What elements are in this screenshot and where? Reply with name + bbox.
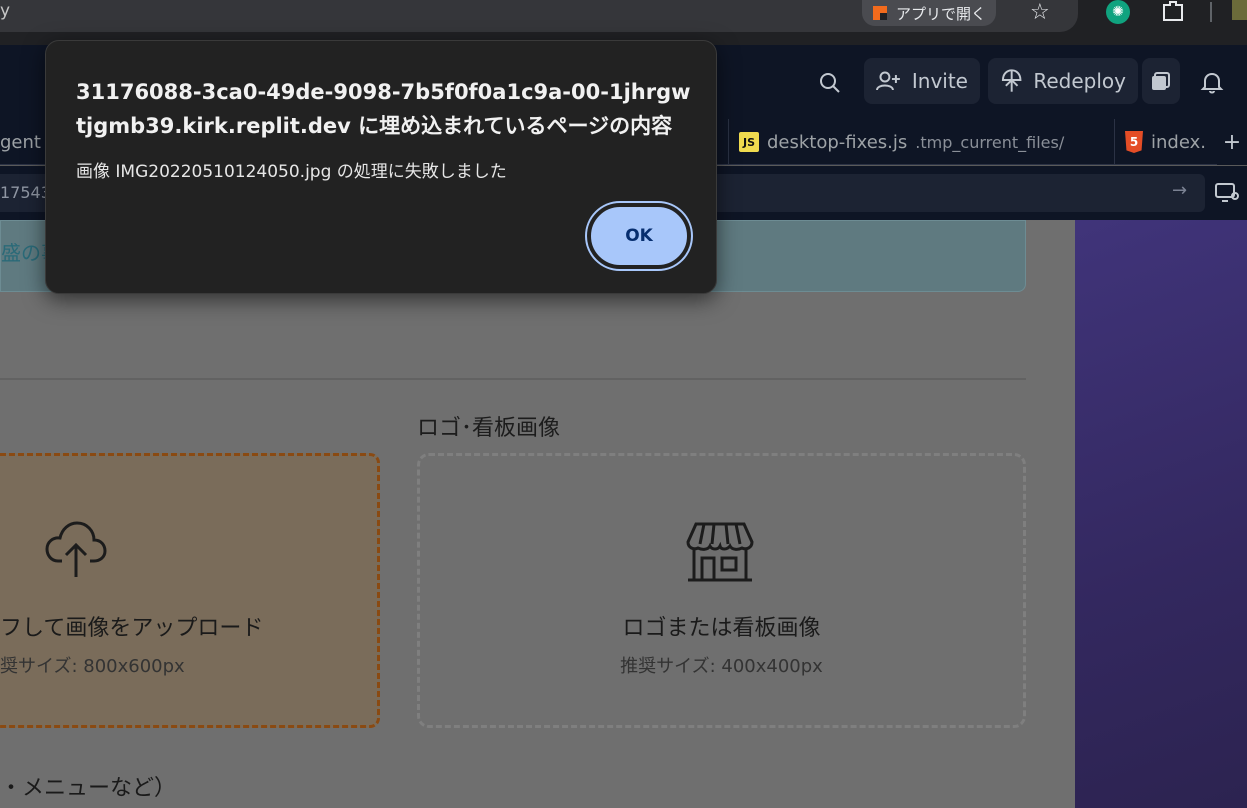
chatgpt-icon[interactable]: ✺ [1106,0,1130,24]
window-button[interactable] [1142,58,1180,104]
tab-desktop-fixes[interactable]: JS desktop-fixes.js .tmp_current_files/ [728,119,1113,165]
open-in-app-label: アプリで開く [896,4,987,23]
browser-toolbar: y アプリで開く ☆ ✺ [0,0,1247,45]
invite-button[interactable]: Invite [864,58,980,104]
logo-upload-dropzone[interactable] [417,453,1026,728]
tab-path: .tmp_current_files/ [915,132,1065,152]
extensions-icon[interactable] [1160,0,1186,22]
ok-button[interactable]: OK [587,203,691,269]
alert-dialog: 31176088-3ca0-49de-9098-7b5f0f0a1c9a-00-… [45,40,717,294]
logo-size-hint: 推奨サイズ: 400x400px [620,656,823,677]
store-icon [686,522,754,582]
devtools-icon[interactable] [1214,180,1240,204]
search-icon[interactable] [818,71,842,95]
dialog-message: 画像 IMG20220510124050.jpg の処理に失敗しました [76,162,507,182]
star-icon[interactable]: ☆ [1030,0,1050,25]
logo-section-label: ロゴ･看板画像 [417,416,561,441]
profile-icon[interactable] [1232,0,1247,20]
logo-title: ロゴまたは看板画像 [622,616,821,641]
cloud-upload-icon [45,521,107,577]
toolbar-divider [1210,2,1212,22]
add-user-icon [876,71,900,91]
new-tab-button[interactable]: + [1217,119,1247,165]
webview-url-text[interactable]: 17543 [0,183,51,202]
tab-label: gent [0,131,41,153]
invite-label: Invite [911,69,968,93]
upload-title: フして画像をアップロード [0,616,264,641]
url-text[interactable]: y [0,1,10,21]
tab-label: index. [1151,131,1206,153]
deploy-icon [1001,69,1022,92]
redeploy-button[interactable]: Redeploy [988,58,1138,104]
open-in-app-button[interactable]: アプリで開く [862,0,997,26]
arrow-right-icon[interactable]: → [1172,180,1187,201]
side-panel [1075,220,1247,808]
html-file-icon: 5 [1125,131,1143,153]
app-logo-icon [870,3,890,23]
menu-section-text: ・メニューなど） [0,776,177,801]
window-icon [1152,72,1170,90]
bell-icon[interactable] [1200,70,1224,94]
dialog-title: 31176088-3ca0-49de-9098-7b5f0f0a1c9a-00-… [76,80,691,138]
upload-size-hint: 奨サイズ: 800x600px [0,656,185,677]
redeploy-label: Redeploy [1033,69,1126,93]
section-divider [0,378,1026,380]
tab-agent[interactable]: gent [0,119,41,165]
image-upload-dropzone[interactable] [0,453,380,728]
js-file-icon: JS [739,132,759,152]
web-preview: 盛の事 ロゴ･看板画像 フして画像をアップロード 奨サイズ: 800x600px… [0,220,1075,808]
tab-label: desktop-fixes.js [767,131,908,153]
